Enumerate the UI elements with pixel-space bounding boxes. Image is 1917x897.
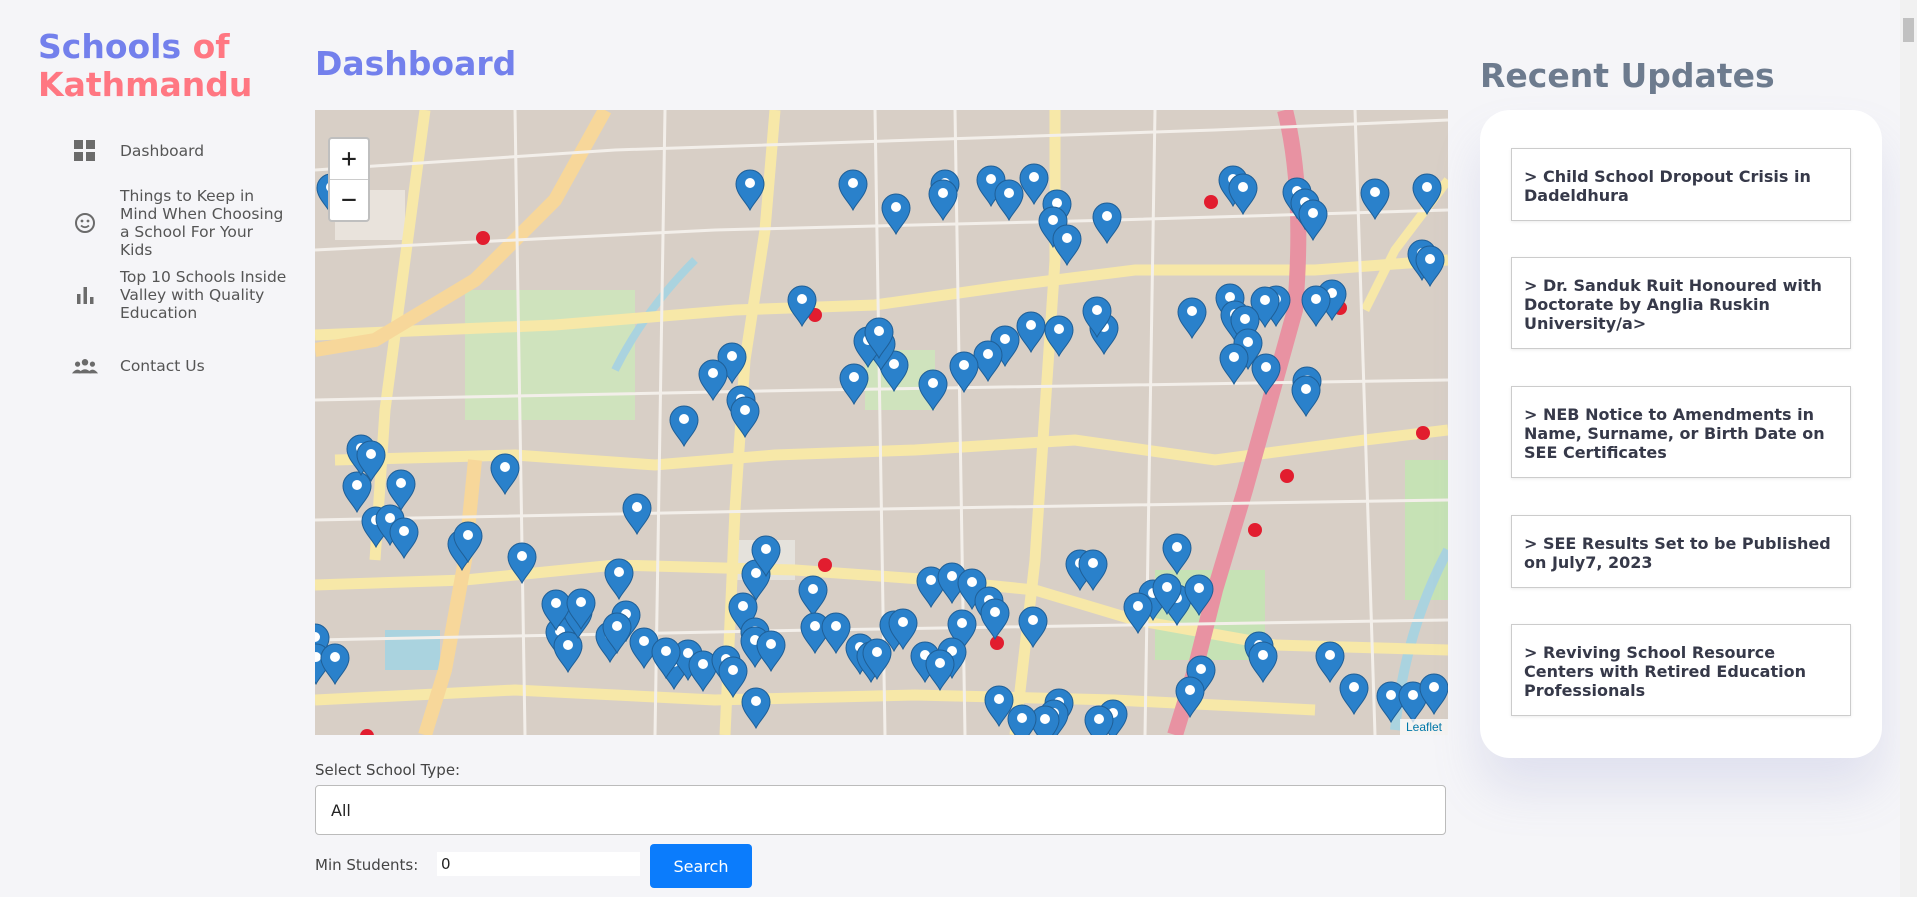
recent-updates-title: Recent Updates (1480, 56, 1775, 95)
zoom-in-button[interactable]: + (330, 139, 368, 179)
update-card[interactable]: > Dr. Sanduk Ruit Honoured with Doctorat… (1511, 257, 1851, 349)
smiley-icon (72, 210, 98, 236)
update-card[interactable]: > SEE Results Set to be Published on Jul… (1511, 515, 1851, 588)
search-button[interactable]: Search (650, 844, 752, 888)
page-scrollbar[interactable] (1900, 0, 1917, 897)
brand-word-of: of (192, 27, 230, 66)
scrollbar-thumb[interactable] (1903, 18, 1914, 42)
min-students-label: Min Students: (315, 856, 419, 874)
update-card[interactable]: > Reviving School Resource Centers with … (1511, 624, 1851, 716)
sidebar-item-label: Top 10 Schools Inside Valley with Qualit… (120, 268, 287, 322)
school-marker[interactable] (1084, 705, 1114, 735)
sidebar-item-label: Dashboard (120, 142, 205, 160)
map-attribution-link[interactable]: Leaflet (1399, 719, 1448, 735)
school-type-selected-value: All (331, 800, 351, 820)
zoom-out-button[interactable]: − (330, 179, 368, 220)
update-card[interactable]: > NEB Notice to Amendments in Name, Surn… (1511, 386, 1851, 478)
school-type-select[interactable]: All (315, 785, 1446, 835)
brand-word-kathmandu: Kathmandu (38, 65, 253, 104)
recent-updates-panel: > Child School Dropout Crisis in Dadeldh… (1480, 110, 1882, 758)
sidebar-item-things-to-keep-in-mind[interactable]: Things to Keep in Mind When Choosing a S… (72, 187, 292, 259)
school-type-label: Select School Type: (315, 761, 461, 779)
update-card[interactable]: > Child School Dropout Crisis in Dadeldh… (1511, 148, 1851, 221)
sidebar-item-dashboard[interactable]: Dashboard (72, 138, 292, 164)
school-map[interactable]: + − Leaflet (315, 110, 1448, 735)
sidebar-item-top-10-schools[interactable]: Top 10 Schools Inside Valley with Qualit… (72, 268, 292, 322)
min-students-input[interactable] (437, 852, 640, 876)
bar-chart-icon (72, 282, 98, 308)
sidebar-item-label: Contact Us (120, 357, 205, 375)
school-marker[interactable] (1007, 704, 1037, 735)
map-tiles (315, 110, 1448, 735)
brand-logo[interactable]: Schools of Kathmandu (38, 28, 252, 104)
page-title: Dashboard (315, 44, 517, 83)
zoom-control: + − (328, 137, 370, 222)
sidebar-item-label: Things to Keep in Mind When Choosing a S… (120, 187, 284, 259)
people-icon (72, 353, 98, 379)
sidebar-item-contact-us[interactable]: Contact Us (72, 353, 292, 379)
grid-icon (72, 138, 98, 164)
brand-word-schools: Schools (38, 27, 182, 66)
